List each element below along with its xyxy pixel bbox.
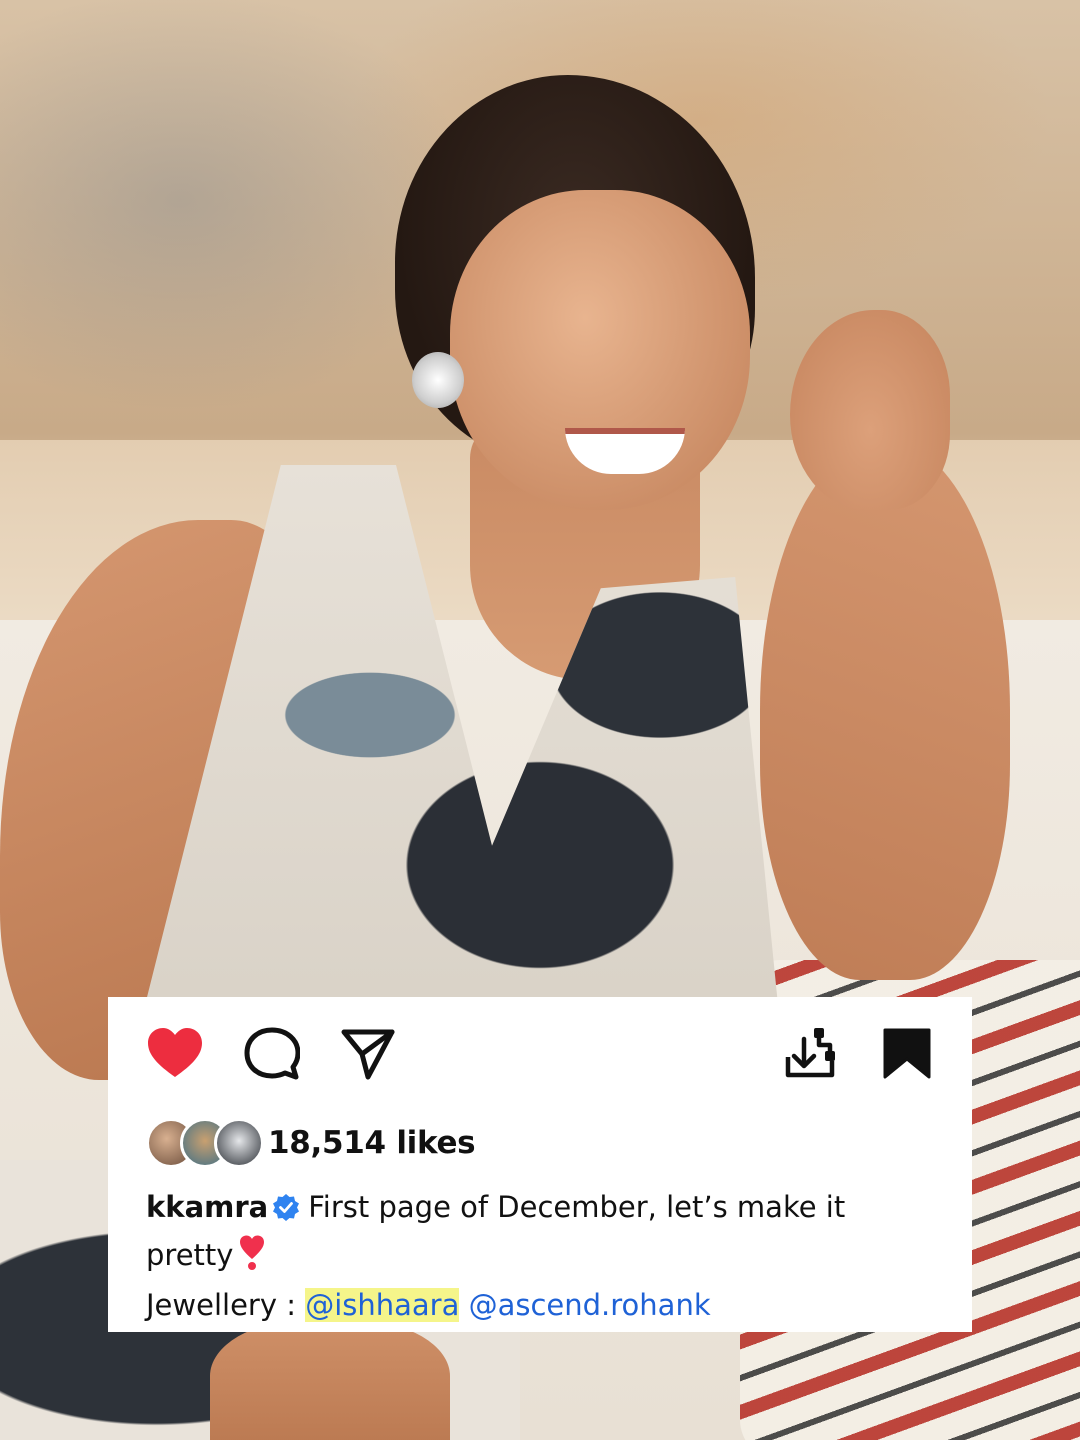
raised-hand <box>790 310 950 510</box>
heart-exclamation-emoji-icon <box>239 1235 265 1283</box>
post-card: 18,514 likes kkamra First page of Decemb… <box>108 997 972 1332</box>
likes-count[interactable]: 18,514 likes <box>268 1125 476 1161</box>
download-icon[interactable] <box>784 1025 838 1081</box>
pearl-earring <box>412 352 464 408</box>
paper-plane-icon[interactable] <box>340 1027 396 1081</box>
verified-badge-icon <box>272 1189 300 1233</box>
comment-icon[interactable] <box>244 1027 300 1081</box>
username[interactable]: kkamra <box>146 1190 268 1224</box>
credit-label: Jewellery : <box>146 1288 296 1322</box>
liker-avatars[interactable] <box>146 1118 270 1168</box>
likes-row[interactable]: 18,514 likes <box>146 1117 476 1169</box>
credit-line: Jewellery : @ishhaara @ascend.rohank <box>146 1283 936 1327</box>
mention-link[interactable]: @ascend.rohank <box>469 1288 711 1322</box>
post-caption: kkamra First page of December, let’s mak… <box>146 1185 936 1327</box>
hand-with-ring <box>210 1320 450 1440</box>
bookmark-icon[interactable] <box>882 1027 932 1079</box>
mention-link[interactable]: @ishhaara <box>305 1288 460 1322</box>
right-arm <box>760 440 1010 980</box>
avatar[interactable] <box>214 1118 264 1168</box>
heart-icon[interactable] <box>146 1027 204 1079</box>
